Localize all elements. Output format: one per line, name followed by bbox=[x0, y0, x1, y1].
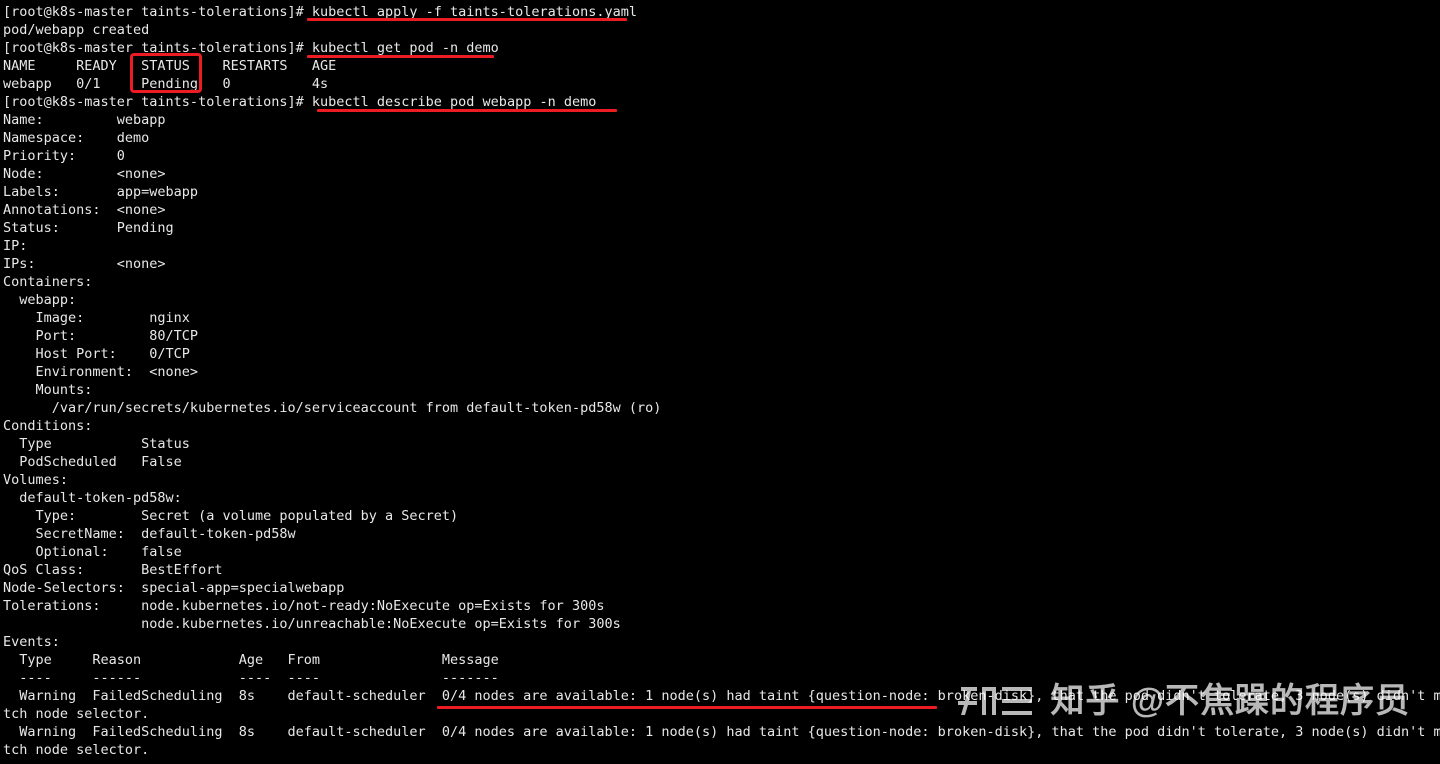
command-get-pod: kubectl get pod -n demo bbox=[312, 40, 499, 56]
describe-line: webapp: bbox=[3, 292, 76, 308]
describe-line: Optional: false bbox=[3, 544, 182, 560]
describe-line: Labels: app=webapp bbox=[3, 184, 198, 200]
highlight-underline-1 bbox=[307, 18, 627, 21]
describe-line: node.kubernetes.io/unreachable:NoExecute… bbox=[3, 616, 621, 632]
prompt: [root@k8s-master taints-tolerations]# bbox=[3, 94, 304, 110]
describe-line: Conditions: bbox=[3, 418, 92, 434]
describe-line: Environment: <none> bbox=[3, 364, 198, 380]
describe-line: IPs: <none> bbox=[3, 256, 166, 272]
describe-line: QoS Class: BestEffort bbox=[3, 562, 222, 578]
describe-line: Namespace: demo bbox=[3, 130, 149, 146]
output-created: pod/webapp created bbox=[3, 22, 149, 38]
highlight-underline-3 bbox=[317, 109, 617, 112]
describe-line: Warning FailedScheduling 8s default-sche… bbox=[3, 688, 1440, 704]
describe-line: Status: Pending bbox=[3, 220, 174, 236]
describe-line: ---- ------ ---- ---- ------- bbox=[3, 670, 499, 686]
describe-line: Port: 80/TCP bbox=[3, 328, 198, 344]
describe-line: Type: Secret (a volume populated by a Se… bbox=[3, 508, 458, 524]
describe-line: Type Reason Age From Message bbox=[3, 652, 499, 668]
describe-line: Volumes: bbox=[3, 472, 68, 488]
prompt: [root@k8s-master taints-tolerations]# bbox=[3, 4, 304, 20]
describe-line: PodScheduled False bbox=[3, 454, 190, 470]
describe-line: Name: webapp bbox=[3, 112, 166, 128]
terminal-output: [root@k8s-master taints-tolerations]# ku… bbox=[3, 3, 1440, 759]
command-describe: kubectl describe pod webapp -n demo bbox=[312, 94, 596, 110]
describe-line: tch node selector. bbox=[3, 706, 149, 722]
describe-line: SecretName: default-token-pd58w bbox=[3, 526, 296, 542]
describe-line: Node-Selectors: special-app=specialwebap… bbox=[3, 580, 344, 596]
describe-line: Node: <none> bbox=[3, 166, 166, 182]
describe-line: Host Port: 0/TCP bbox=[3, 346, 190, 362]
describe-line: Warning FailedScheduling 8s default-sche… bbox=[3, 724, 1440, 740]
highlight-underline-4 bbox=[437, 706, 937, 709]
describe-line: /var/run/secrets/kubernetes.io/serviceac… bbox=[3, 400, 661, 416]
describe-line: tch node selector. bbox=[3, 742, 149, 758]
describe-line: Tolerations: node.kubernetes.io/not-read… bbox=[3, 598, 604, 614]
describe-line: Mounts: bbox=[3, 382, 92, 398]
describe-line: default-token-pd58w: bbox=[3, 490, 182, 506]
describe-line: IP: bbox=[3, 238, 117, 254]
describe-line: Type Status bbox=[3, 436, 190, 452]
describe-line: Priority: 0 bbox=[3, 148, 125, 164]
describe-line: Annotations: <none> bbox=[3, 202, 166, 218]
describe-line: Events: bbox=[3, 634, 60, 650]
describe-line: Image: nginx bbox=[3, 310, 190, 326]
highlight-box-status bbox=[130, 53, 202, 93]
describe-line: Containers: bbox=[3, 274, 92, 290]
highlight-underline-2 bbox=[307, 55, 494, 58]
